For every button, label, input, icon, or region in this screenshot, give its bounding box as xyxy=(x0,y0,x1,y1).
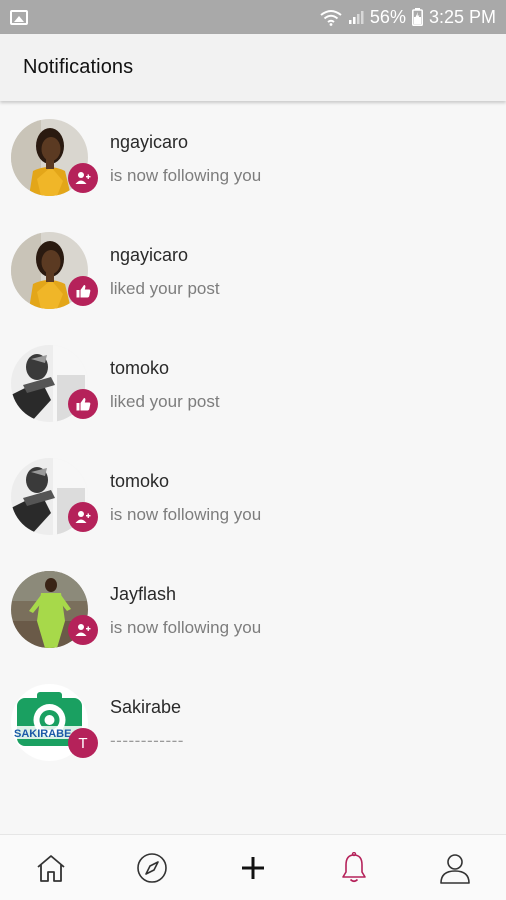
plus-icon xyxy=(241,856,264,879)
notifications-screen: 56% 3:25 PM Notifications ngayicaro is n… xyxy=(0,0,506,900)
nav-home[interactable] xyxy=(21,838,81,898)
battery-percent: 56% xyxy=(369,6,406,27)
username[interactable]: tomoko xyxy=(110,358,169,379)
follow-badge xyxy=(68,163,98,193)
notification-text: liked your post xyxy=(110,279,220,298)
notification-text: is now following you xyxy=(110,505,262,524)
follow-badge xyxy=(68,615,98,645)
notification-text: is now following you xyxy=(110,166,262,185)
nav-add[interactable] xyxy=(223,838,283,898)
username[interactable]: tomoko xyxy=(110,471,169,492)
username[interactable]: ngayicaro xyxy=(110,245,188,266)
notification-item[interactable]: Jayflash is now following you xyxy=(0,553,506,666)
signal-icon xyxy=(348,11,364,24)
like-icon xyxy=(76,285,90,298)
like-icon xyxy=(76,398,90,411)
app-header: Notifications xyxy=(0,34,506,101)
notification-item[interactable]: ngayicaro is now following you xyxy=(0,101,506,214)
badge-letter: T xyxy=(78,734,88,752)
image-icon xyxy=(10,9,28,25)
follow-icon xyxy=(75,511,91,523)
notification-text: liked your post xyxy=(110,392,220,411)
follow-icon xyxy=(75,624,91,636)
notification-text: is now following you xyxy=(110,618,262,637)
battery-icon xyxy=(411,8,423,26)
like-badge xyxy=(68,389,98,419)
nav-notifications[interactable] xyxy=(324,838,384,898)
nav-explore[interactable] xyxy=(122,838,182,898)
notification-list: ngayicaro is now following you ngayicaro… xyxy=(0,101,506,779)
letter-badge: T xyxy=(68,728,98,758)
notification-item[interactable]: ngayicaro liked your post xyxy=(0,214,506,327)
profile-icon xyxy=(440,853,471,884)
notification-item[interactable]: tomoko is now following you xyxy=(0,440,506,553)
like-badge xyxy=(68,276,98,306)
notification-text: ------------ xyxy=(110,731,184,750)
bottom-nav xyxy=(0,834,506,900)
notification-item[interactable]: SAKIRABE T Sakirabe ------------ xyxy=(0,666,506,779)
sakirabe-logo-text: SAKIRABE xyxy=(14,728,71,740)
username[interactable]: Sakirabe xyxy=(110,697,181,718)
page-title: Notifications xyxy=(23,56,134,78)
notification-item[interactable]: tomoko liked your post xyxy=(0,327,506,440)
compass-icon xyxy=(136,852,167,883)
wifi-icon xyxy=(320,9,342,26)
clock: 3:25 PM xyxy=(428,6,496,27)
bell-icon xyxy=(342,851,366,882)
follow-badge xyxy=(68,502,98,532)
home-icon xyxy=(37,854,65,882)
username[interactable]: Jayflash xyxy=(110,584,176,605)
follow-icon xyxy=(75,172,91,184)
nav-profile[interactable] xyxy=(425,838,485,898)
username[interactable]: ngayicaro xyxy=(110,132,188,153)
status-bar: 56% 3:25 PM xyxy=(0,0,506,34)
